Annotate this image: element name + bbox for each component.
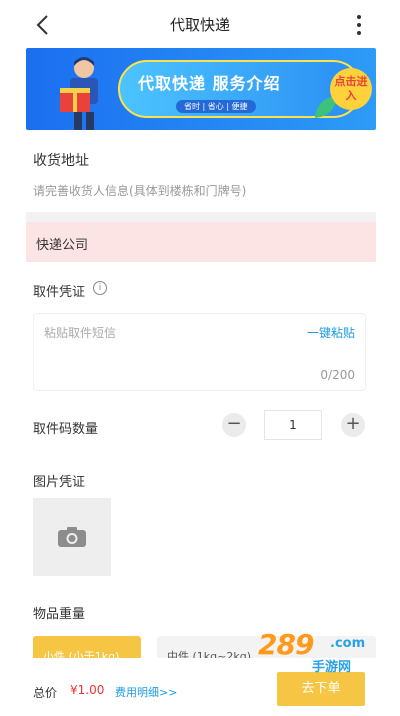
weight-label: 物品重量 [33,607,86,622]
more-vertical-icon[interactable] [350,10,368,40]
decrement-button[interactable]: − [222,413,246,437]
photo-upload-button[interactable] [33,498,111,576]
courier-company-row[interactable]: 快递公司 [26,222,376,262]
fee-detail-link[interactable]: 费用明细>> [115,684,177,700]
total-label: 总价 [33,686,58,700]
info-icon[interactable]: i [93,281,107,295]
pickup-count-label: 取件码数量 [33,422,99,437]
divider [26,212,376,222]
weight-option-label: 中件 (1kg~2kg) [167,650,251,658]
character-counter: 0/200 [320,368,355,382]
weight-option-small[interactable]: 小件 (小于1kg) [33,636,141,658]
paste-button[interactable]: 一键粘贴 [307,324,355,341]
address-input[interactable]: 请完善收货人信息(具体到楼栋和门牌号) [33,182,246,199]
top-navigation-bar: 代取快递 [0,0,400,48]
watermark-domain: .com [330,636,366,651]
total-price: ¥1.00 [70,683,105,697]
banner-title: 代取快递 服务介绍 [138,74,281,93]
increment-button[interactable]: + [341,413,365,437]
weight-option-label: 小件 (小于1kg) [43,650,120,658]
sms-placeholder: 粘贴取件短信 [44,326,117,340]
watermark-text: 手游网 [312,660,352,675]
photo-credential-label: 图片凭证 [33,475,86,490]
page-title: 代取快递 [169,16,230,34]
site-watermark: 289 .com 手游网 [252,628,382,686]
quantity-input[interactable]: 1 [264,410,322,440]
banner-cta-button[interactable]: 点击进入 [330,68,372,110]
address-label: 收货地址 [33,153,89,169]
sms-textarea[interactable]: 粘贴取件短信 一键粘贴 0/200 [33,313,366,391]
courier-illustration [60,57,98,130]
courier-company-label: 快递公司 [36,238,89,253]
promo-banner[interactable]: 代取快递 服务介绍 省时 | 省心 | 便捷 点击进入 [26,48,376,130]
watermark-number: 289 [258,628,314,661]
pickup-credential-label: 取件凭证 [33,285,86,300]
banner-subtitle: 省时 | 省心 | 便捷 [176,100,256,113]
camera-icon [58,527,86,547]
